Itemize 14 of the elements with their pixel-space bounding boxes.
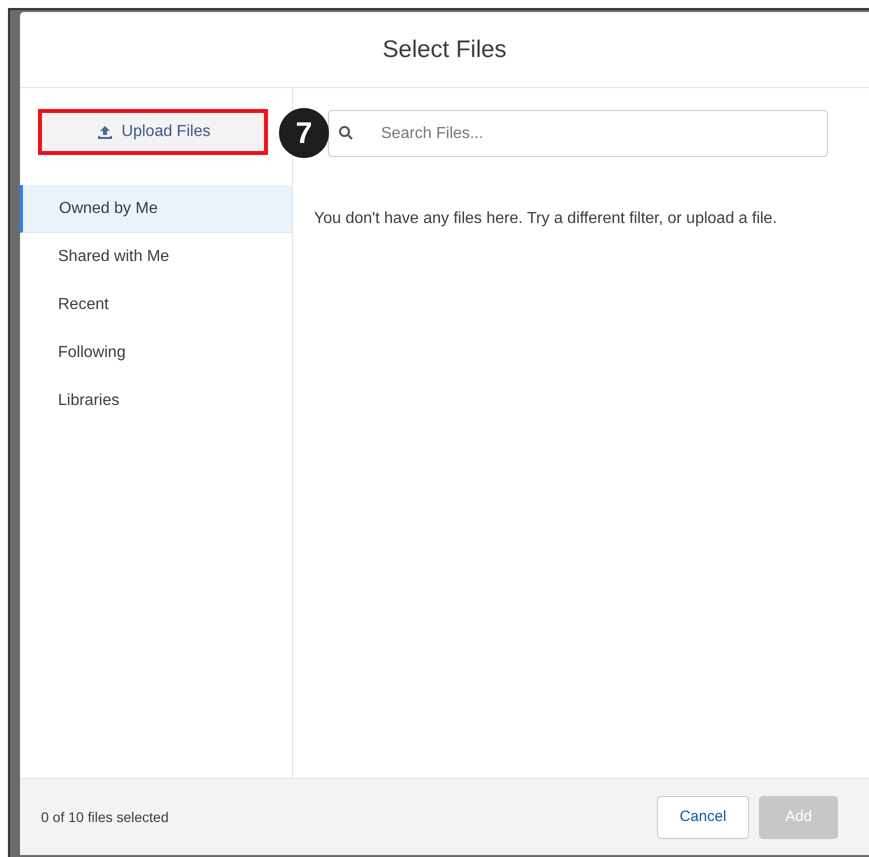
selection-count: 0 of 10 files selected (41, 808, 170, 826)
search-field[interactable]: Search Files... (328, 110, 828, 157)
upload-button[interactable]: Upload Files (38, 109, 268, 155)
filter-item[interactable]: Owned by Me (20, 185, 292, 233)
cancel-button[interactable]: Cancel (656, 796, 750, 838)
filter-item[interactable]: Libraries (20, 377, 292, 425)
filter-item[interactable]: Shared with Me (20, 233, 292, 281)
filter-item[interactable]: Following (20, 329, 292, 377)
dialog-title: Select Files (382, 34, 507, 64)
upload-icon (96, 124, 114, 140)
search-icon (338, 125, 354, 141)
step-badge: 7 (279, 108, 329, 158)
filter-item[interactable]: Recent (20, 281, 292, 329)
empty-message: You don't have any files here. Try a different filter, or upload a file. (313, 209, 778, 229)
